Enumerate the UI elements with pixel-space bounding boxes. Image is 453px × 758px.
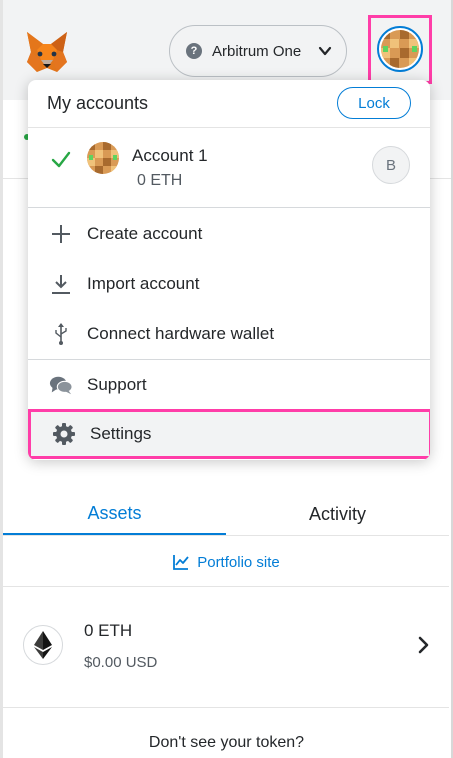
account-name: Account 1 xyxy=(132,146,208,165)
ethereum-icon xyxy=(23,625,63,665)
menu-item-label: Connect hardware wallet xyxy=(87,324,275,343)
token-list-item[interactable]: 0 ETH $0.00 USD xyxy=(3,587,449,707)
wallet-popup: ? Arbitrum One Assets Activity Portfolio… xyxy=(0,0,453,758)
support-item[interactable]: Support xyxy=(28,360,430,410)
chat-bubbles-icon xyxy=(49,373,73,397)
metamask-fox-icon[interactable] xyxy=(23,30,71,74)
download-icon xyxy=(49,272,73,296)
account-list-item[interactable]: Account 1 0 ETH B xyxy=(28,129,430,208)
network-label: Arbitrum One xyxy=(212,42,302,60)
import-account-item[interactable]: Import account xyxy=(28,259,430,309)
portfolio-site-link[interactable]: Portfolio site xyxy=(0,548,453,576)
account-balance: 0 ETH xyxy=(137,172,183,189)
token-amount: 0 ETH xyxy=(84,621,133,640)
settings-item[interactable]: Settings xyxy=(28,409,430,459)
tab-assets[interactable]: Assets xyxy=(3,475,226,535)
lock-button[interactable]: Lock xyxy=(337,87,411,119)
plus-icon xyxy=(49,222,73,246)
menu-item-label: Settings xyxy=(90,424,152,443)
chart-icon xyxy=(173,555,189,570)
account-avatar-highlight xyxy=(368,15,432,84)
gear-icon xyxy=(52,422,76,446)
account-avatar xyxy=(87,142,119,174)
divider xyxy=(3,707,449,708)
menu-title: My accounts xyxy=(47,93,149,113)
menu-item-label: Import account xyxy=(87,274,200,293)
check-icon xyxy=(51,151,71,168)
chevron-down-icon xyxy=(318,46,332,56)
asset-tabs: Assets Activity xyxy=(3,475,449,536)
usb-icon xyxy=(49,322,73,346)
tab-activity[interactable]: Activity xyxy=(226,475,449,535)
help-icon: ? xyxy=(186,43,202,59)
create-account-item[interactable]: Create account xyxy=(28,209,430,259)
chevron-right-icon xyxy=(418,636,429,654)
connect-hardware-wallet-item[interactable]: Connect hardware wallet xyxy=(28,309,430,359)
identicon-avatar xyxy=(381,30,419,68)
network-selector[interactable]: ? Arbitrum One xyxy=(169,25,347,77)
dont-see-token-text: Don't see your token? xyxy=(148,734,305,751)
account-menu: My accounts Lock Account 1 0 ETH B Creat… xyxy=(28,80,430,460)
menu-item-label: Support xyxy=(87,375,147,394)
account-badge: B xyxy=(372,146,410,184)
account-avatar-button[interactable] xyxy=(377,26,423,72)
account-menu-header: My accounts Lock xyxy=(28,80,430,128)
portfolio-site-label: Portfolio site xyxy=(197,553,280,571)
token-fiat-value: $0.00 USD xyxy=(84,654,158,671)
menu-item-label: Create account xyxy=(87,224,203,243)
